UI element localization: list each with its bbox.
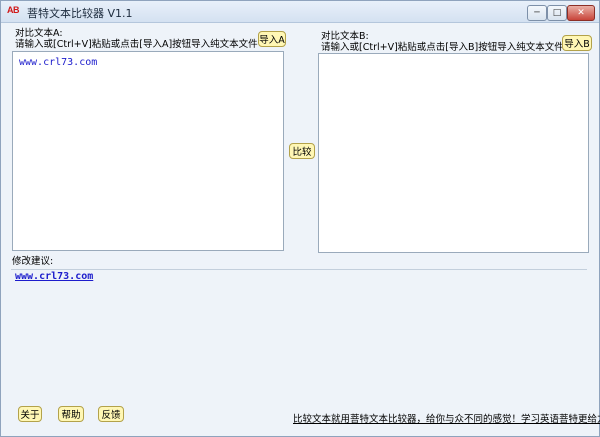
import-a-button[interactable]: 导入A bbox=[258, 31, 286, 47]
suggestions-output[interactable]: www.crl73.com bbox=[11, 269, 587, 399]
compare-button[interactable]: 比较 bbox=[289, 143, 315, 159]
window-title: 菩特文本比较器 V1.1 bbox=[27, 7, 133, 20]
app-window: AB 菩特文本比较器 V1.1 ─ □ ✕ 对比文本A: 请输入或[Ctrl+V… bbox=[0, 0, 600, 437]
about-button[interactable]: 关于 bbox=[18, 406, 42, 422]
maximize-button[interactable]: □ bbox=[547, 5, 567, 21]
feedback-button[interactable]: 反馈 bbox=[98, 406, 124, 422]
minimize-button[interactable]: ─ bbox=[527, 5, 547, 21]
import-b-button[interactable]: 导入B bbox=[562, 35, 592, 51]
text-a-input[interactable]: www.crl73.com bbox=[12, 51, 284, 251]
close-button[interactable]: ✕ bbox=[567, 5, 595, 21]
suggestions-content: www.crl73.com bbox=[15, 271, 94, 282]
suggestions-heading: 修改建议: bbox=[12, 256, 54, 267]
promo-link[interactable]: 比较文本就用菩特文本比较器，给你与众不同的感觉！学习英语菩特更给力！ bbox=[293, 411, 600, 425]
title-bar[interactable]: AB 菩特文本比较器 V1.1 ─ □ ✕ bbox=[1, 1, 599, 23]
text-b-input[interactable] bbox=[318, 53, 589, 253]
panel-b-instruction: 请输入或[Ctrl+V]粘贴或点击[导入B]按钮导入纯文本文件 bbox=[321, 42, 564, 53]
app-logo-icon: AB bbox=[7, 5, 20, 15]
panel-a-instruction: 请输入或[Ctrl+V]粘贴或点击[导入A]按钮导入纯文本文件 bbox=[15, 39, 258, 50]
text-a-content: www.crl73.com bbox=[19, 57, 98, 68]
help-button[interactable]: 帮助 bbox=[58, 406, 84, 422]
